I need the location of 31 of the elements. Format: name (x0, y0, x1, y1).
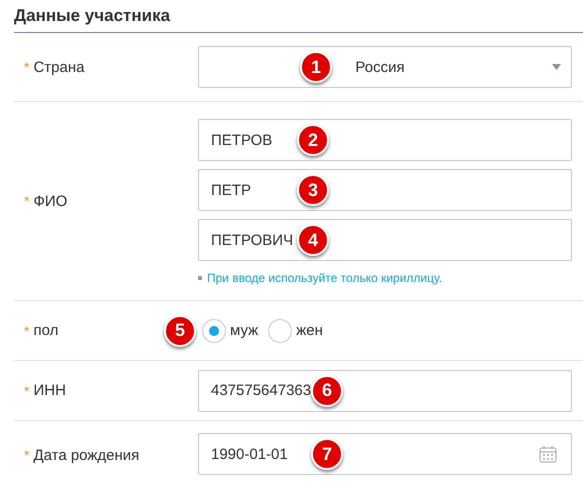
radio-button[interactable] (202, 318, 226, 342)
field-label: Дата рождения (33, 446, 140, 464)
required-asterisk: * (24, 193, 30, 209)
number-marker: 6 (311, 374, 343, 406)
number-marker: 1 (300, 51, 332, 83)
field-label: ФИО (33, 192, 68, 210)
required-asterisk: * (24, 382, 30, 398)
required-asterisk: * (24, 59, 30, 75)
radio-label: муж (230, 322, 258, 339)
country-select[interactable]: 1 Россия (198, 46, 572, 88)
name-input[interactable]: ПЕТРОВИЧ 4 (198, 219, 572, 261)
radio-label: жен (296, 322, 323, 339)
number-marker: 4 (297, 224, 329, 256)
required-asterisk: * (24, 322, 30, 338)
required-asterisk: * (24, 447, 30, 463)
number-marker: 5 (164, 314, 196, 346)
hint-text: При вводе используйте только кириллицу. (207, 271, 442, 285)
number-marker: 7 (311, 438, 343, 470)
date-input[interactable]: 1990-01-01 7 (198, 433, 572, 475)
radio-button[interactable] (268, 318, 292, 342)
field-label: Страна (33, 58, 84, 76)
calendar-icon (539, 445, 557, 463)
number-marker: 3 (297, 174, 329, 206)
number-marker: 2 (297, 124, 329, 156)
dropdown-caret-icon (552, 64, 561, 70)
section-title: Данные участника (14, 0, 583, 33)
field-label: ИНН (33, 382, 66, 399)
field-label: пол (33, 322, 58, 339)
text-input[interactable]: 437575647363 6 (198, 370, 572, 412)
name-input[interactable]: ПЕТР 3 (198, 169, 572, 211)
name-input[interactable]: ПЕТРОВ 2 (198, 119, 572, 161)
